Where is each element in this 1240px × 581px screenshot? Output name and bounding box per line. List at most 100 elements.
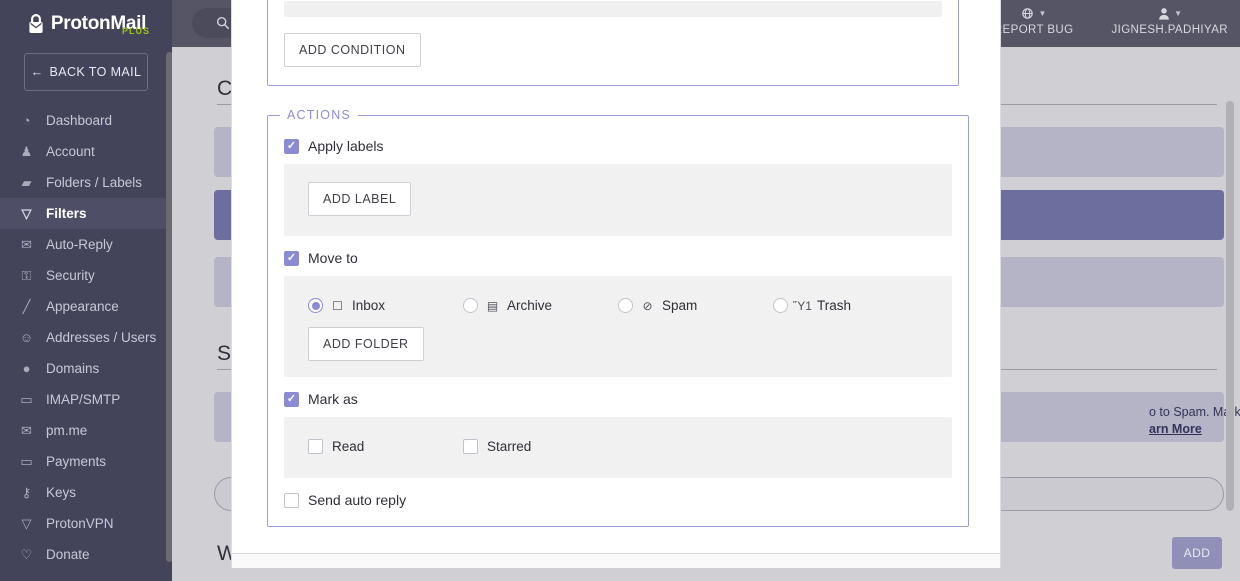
user-menu-button[interactable]: ▼ JIGNESH.PADHIYAR [1105, 3, 1234, 39]
sidebar-item-donate[interactable]: ♡ Donate [0, 539, 172, 570]
move-to-option-label: Trash [817, 298, 852, 313]
add-button[interactable]: ADD [1172, 537, 1222, 569]
report-bug-button[interactable]: ▼ REPORT BUG [988, 3, 1080, 39]
tag-icon: ▰ [21, 174, 32, 190]
sidebar-item-label: pm.me [46, 423, 88, 438]
mark-as-panel: Read Starred [284, 417, 952, 478]
filter-modal-body: ADD CONDITION ACTIONS Apply labels ADD L… [267, 0, 969, 549]
apply-labels-label: Apply labels [308, 138, 384, 154]
sidebar-item-label: Folders / Labels [46, 175, 143, 190]
report-bug-label: REPORT BUG [993, 24, 1074, 36]
mark-as-checkbox[interactable] [284, 391, 299, 407]
sidebar-item-addresses-users[interactable]: ☺ Addresses / Users [0, 322, 172, 353]
sidebar-item-keys[interactable]: ⚷ Keys [0, 477, 172, 508]
radio-archive[interactable] [463, 298, 478, 313]
sidebar-item-label: Appearance [46, 299, 119, 314]
actions-legend: ACTIONS [287, 108, 351, 122]
sidebar-item-label: Security [46, 268, 95, 283]
sidebar-item-label: Account [46, 144, 95, 159]
sidebar-item-label: Keys [46, 485, 77, 500]
mark-as-options: Read Starred [308, 439, 928, 454]
send-auto-reply-checkbox[interactable] [284, 492, 299, 508]
add-label-button[interactable]: ADD LABEL [308, 182, 412, 216]
radio-inbox[interactable] [308, 298, 323, 313]
sidebar-item-pm-me[interactable]: ✉ pm.me [0, 415, 172, 446]
ban-icon: ⊘ [642, 298, 653, 313]
checkbox-starred[interactable] [463, 439, 478, 454]
mark-as-toggle[interactable]: Mark as [284, 391, 952, 407]
apply-labels-panel: ADD LABEL [284, 164, 952, 236]
sidebar-item-label: IMAP/SMTP [46, 392, 121, 407]
move-to-option-spam[interactable]: ⊘ Spam [618, 298, 773, 313]
move-to-toggle[interactable]: Move to [284, 250, 952, 266]
sidebar-item-label: Dashboard [46, 113, 113, 128]
app-root: Custom filters Spam filters o to Spam. M… [0, 0, 1240, 581]
sidebar-item-label: ProtonVPN [46, 516, 114, 531]
sidebar-item-label: Payments [46, 454, 107, 469]
move-to-option-inbox[interactable]: ☐ Inbox [308, 298, 463, 313]
condition-value-input[interactable] [284, 1, 942, 17]
sidebar-item-dashboard[interactable]: ◔ Dashboard [0, 105, 172, 136]
move-to-option-archive[interactable]: ▤ Archive [463, 298, 618, 313]
search-icon [216, 16, 230, 30]
back-to-mail-button[interactable]: ← BACK TO MAIL [24, 53, 148, 91]
radio-trash[interactable] [773, 298, 788, 313]
sidebar-item-imap-smtp[interactable]: ▭ IMAP/SMTP [0, 384, 172, 415]
user-icon: ▼ [1157, 6, 1182, 21]
arrow-left-icon: ← [30, 65, 44, 79]
move-to-option-trash[interactable]: Ὕ1 Trash [773, 298, 928, 313]
brand-tier-badge: PLUS [121, 26, 150, 36]
move-to-panel: ☐ Inbox ▤ Archive ⊘ Spam Ὕ1 Trash ADD FOLDER [284, 276, 952, 377]
add-folder-button[interactable]: ADD FOLDER [308, 327, 424, 361]
proton-logo-icon [29, 13, 43, 33]
filter-modal: ADD CONDITION ACTIONS Apply labels ADD L… [231, 0, 1001, 568]
sidebar-item-protonvpn[interactable]: ▽ ProtonVPN [0, 508, 172, 539]
user-name-label: JIGNESH.PADHIYAR [1111, 24, 1228, 36]
bug-icon: ▼ [1020, 6, 1046, 21]
modal-footer [232, 554, 1000, 568]
user-icon: ♟ [20, 143, 33, 159]
top-bar-actions: ▼ REPORT BUG ▼ JIGNESH.PADHIYAR [988, 3, 1234, 39]
sidebar-item-appearance[interactable]: ╱ Appearance [0, 291, 172, 322]
apply-labels-toggle[interactable]: Apply labels [284, 138, 952, 154]
sidebar-item-payments[interactable]: ▭ Payments [0, 446, 172, 477]
trash-icon: Ὕ1 [793, 298, 812, 313]
sidebar-nav: ◔ Dashboard ♟ Account ▰ Folders / Labels ▽ Filt… [0, 105, 172, 570]
chevron-down-icon: ▼ [1174, 8, 1183, 18]
key-icon: ⚷ [21, 484, 32, 500]
mark-as-option-read[interactable]: Read [308, 439, 463, 454]
mark-as-option-starred[interactable]: Starred [463, 439, 618, 454]
sidebar-scrollbar[interactable] [166, 52, 172, 562]
sidebar-item-domains[interactable]: ● Domains [0, 353, 172, 384]
move-to-option-label: Spam [662, 298, 698, 313]
send-auto-reply-toggle[interactable]: Send auto reply [284, 492, 952, 508]
sidebar: ProtonMail PLUS ← BACK TO MAIL ◔ Dashboar… [0, 0, 172, 581]
users-icon: ☺ [19, 330, 34, 345]
dashboard-icon: ◔ [22, 113, 31, 128]
conditions-fieldset: ADD CONDITION [267, 0, 959, 86]
mark-as-label: Mark as [308, 391, 358, 407]
sidebar-item-security[interactable]: ⚿ Security [0, 260, 172, 291]
funnel-icon: ▽ [21, 205, 32, 221]
move-to-option-label: Inbox [352, 298, 386, 313]
apply-labels-checkbox[interactable] [284, 138, 299, 154]
sidebar-item-auto-reply[interactable]: ✉ Auto-Reply [0, 229, 172, 260]
sidebar-item-folders-labels[interactable]: ▰ Folders / Labels [0, 167, 172, 198]
move-to-folder-options: ☐ Inbox ▤ Archive ⊘ Spam Ὕ1 Trash [308, 298, 928, 313]
lock-icon: ⚿ [21, 267, 32, 283]
mark-as-option-label: Read [332, 439, 365, 454]
actions-fieldset: ACTIONS Apply labels ADD LABEL Move to [267, 108, 969, 527]
content-scrollbar[interactable] [1226, 101, 1234, 511]
archive-icon: ▤ [486, 298, 499, 313]
sidebar-item-filters[interactable]: ▽ Filters [0, 198, 172, 229]
move-to-checkbox[interactable] [284, 250, 299, 266]
credit-card-icon: ▭ [20, 453, 33, 469]
sidebar-item-account[interactable]: ♟ Account [0, 136, 172, 167]
inbox-icon: ☐ [332, 298, 343, 313]
envelope-open-icon: ✉ [21, 236, 32, 252]
radio-spam[interactable] [618, 298, 633, 313]
chevron-down-icon: ▼ [1038, 8, 1047, 18]
checkbox-read[interactable] [308, 439, 323, 454]
add-condition-button[interactable]: ADD CONDITION [284, 33, 421, 67]
learn-more-link[interactable]: arn More [1149, 422, 1202, 436]
